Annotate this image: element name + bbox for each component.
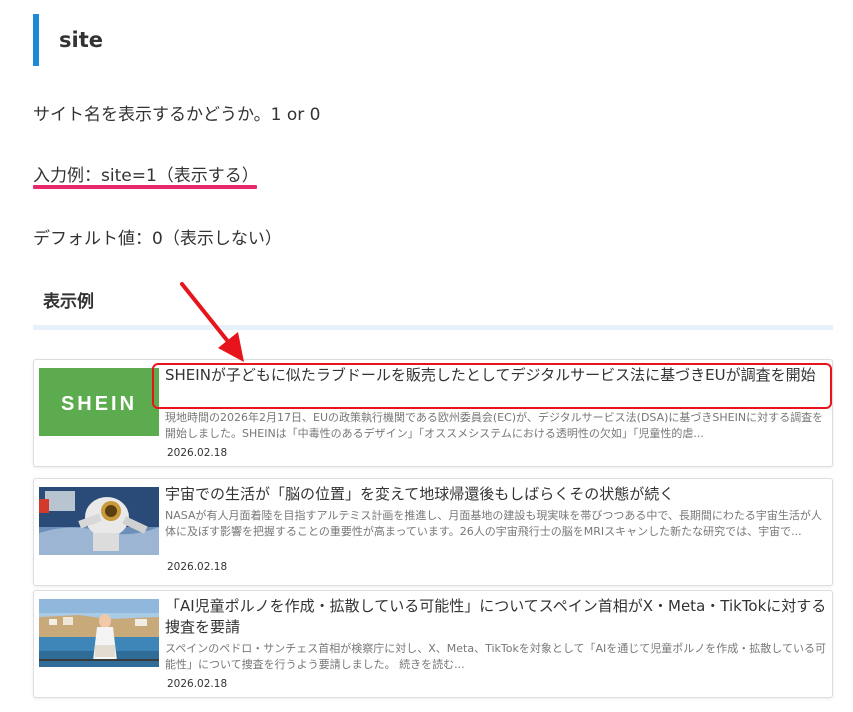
- article-excerpt-3: スペインのペドロ・サンチェス首相が検察庁に対し、X、Meta、TikTokを対象…: [165, 642, 826, 671]
- article-date-3: 2026.02.18: [167, 678, 228, 690]
- article-thumbnail-3[interactable]: [39, 599, 159, 667]
- annotation-arrow-icon: [180, 282, 244, 362]
- input-example-underline: [33, 185, 257, 189]
- article-date-1: 2026.02.18: [167, 447, 228, 459]
- article-card-2[interactable]: 宇宙での生活が「脳の位置」を変えて地球帰還後もしばらくその状態が続く NASAが…: [33, 478, 833, 586]
- article-excerpt-2: NASAが有人月面着陸を目指すアルテミス計画を推進し、月面基地の建設も現実味を帯…: [165, 509, 822, 538]
- article-date-2: 2026.02.18: [167, 561, 228, 573]
- shein-logo: SHEIN: [61, 393, 137, 415]
- default-value: デフォルト値：0（表示しない）: [33, 229, 282, 249]
- article-title-3[interactable]: 「AI児童ポルノを作成・拡散している可能性」についてスペイン首相がX・Meta・…: [165, 596, 829, 638]
- section-heading-site: site: [33, 14, 853, 66]
- parameter-description: サイト名を表示するかどうか。1 or 0: [33, 105, 321, 125]
- article-excerpt-1: 現地時間の2026年2月17日、EUの政策執行機関である欧州委員会(EC)が、デ…: [165, 411, 824, 440]
- example-heading: 表示例: [33, 282, 833, 330]
- article-thumbnail-1[interactable]: SHEIN: [39, 368, 159, 436]
- article-thumbnail-2[interactable]: [39, 487, 159, 555]
- article-card-3[interactable]: 「AI児童ポルノを作成・拡散している可能性」についてスペイン首相がX・Meta・…: [33, 590, 833, 698]
- article-title-2[interactable]: 宇宙での生活が「脳の位置」を変えて地球帰還後もしばらくその状態が続く: [165, 484, 829, 505]
- input-example: 入力例：site=1（表示する）: [33, 166, 259, 186]
